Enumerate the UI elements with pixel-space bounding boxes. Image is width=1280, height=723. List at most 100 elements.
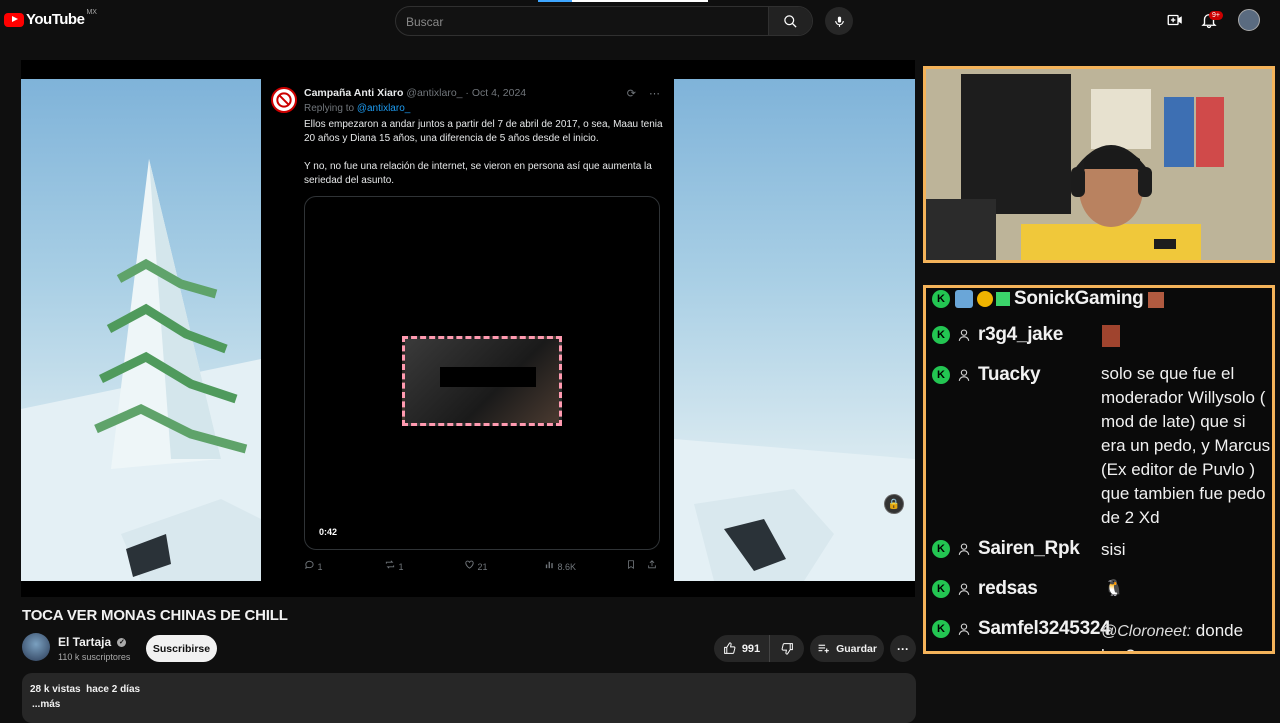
reply-count: 1 [317, 562, 323, 572]
verified-icon: ✓ [117, 638, 127, 648]
tweet-paragraph-1: Ellos empezaron a andar juntos a partir … [304, 119, 663, 144]
search-icon [784, 14, 797, 28]
create-video-icon [1167, 14, 1182, 26]
embedded-tweet: Campaña Anti Xiaro @antixlaro_ · Oct 4, … [261, 79, 674, 581]
youtube-play-icon [4, 12, 24, 27]
chat-username[interactable]: Tuacky [978, 364, 1041, 386]
search-input[interactable] [406, 12, 766, 32]
tweet-author-handle: @antixlaro_ [406, 87, 463, 99]
kick-badge-icon: K [932, 290, 950, 308]
no-symbol-icon [276, 92, 292, 108]
more-actions-button[interactable]: ··· [890, 635, 916, 662]
top-bar: YouTube MX 9+ [0, 0, 1280, 42]
chat-text: solo se que fue el moderador Willysolo (… [1101, 364, 1271, 527]
tweet-date: Oct 4, 2024 [471, 87, 527, 99]
tweet-author-name[interactable]: Campaña Anti Xiaro [304, 87, 403, 99]
like-count: 991 [741, 642, 761, 655]
voice-search-button[interactable] [825, 7, 853, 35]
channel-name[interactable]: El Tartaja [58, 635, 111, 649]
chat-message: K r3g4_jake [932, 324, 1120, 347]
subscriber-badge-icon [955, 290, 973, 308]
search-box [395, 6, 813, 36]
lock-icon[interactable]: 🔒 [884, 494, 904, 514]
live-chat-overlay: K SonickGaming K r3g4_jake K Tuacky solo… [923, 285, 1275, 654]
video-player[interactable]: Campaña Anti Xiaro @antixlaro_ · Oct 4, … [21, 60, 915, 597]
tweet-author: Campaña Anti Xiaro @antixlaro_ · Oct 4, … [304, 87, 526, 99]
chat-mention: @Cloroneet: [1101, 623, 1192, 640]
censor-bar [440, 367, 536, 387]
show-more-link[interactable]: ...más [32, 699, 60, 710]
chat-message: K Tuacky [932, 364, 1041, 386]
chat-username[interactable]: Sairen_Rpk [978, 538, 1080, 560]
chat-username[interactable]: Samfel3245324 [978, 618, 1111, 640]
like-button[interactable]: 991 [714, 635, 770, 662]
create-button[interactable] [1166, 11, 1184, 34]
notification-count-badge: 9+ [1209, 11, 1223, 20]
subscribe-button[interactable]: Suscribirse [146, 635, 217, 662]
views-and-date: 28 k vistas hace 2 días [30, 684, 141, 695]
kick-badge-icon: K [932, 326, 950, 344]
snow-tree-illustration [21, 159, 261, 581]
snow-landscape-illustration [674, 439, 915, 581]
account-avatar[interactable] [1238, 9, 1260, 31]
repost-action[interactable]: 1 [384, 559, 404, 572]
kick-badge-icon: K [932, 620, 950, 638]
share-icon[interactable] [647, 559, 657, 572]
gift-badge-icon [996, 292, 1010, 306]
reply-action[interactable]: 1 [304, 559, 323, 572]
heart-icon [465, 560, 474, 569]
tweet-video-duration: 0:42 [319, 527, 338, 537]
grok-icon[interactable]: ⟳ [627, 88, 636, 100]
save-button[interactable]: Guardar [810, 635, 884, 662]
chat-message: K Samfel3245324 [932, 618, 1111, 640]
tweet-body: Ellos empezaron a andar juntos a partir … [304, 118, 664, 202]
dislike-button[interactable] [770, 635, 804, 662]
views-count: 8.6K [557, 562, 577, 572]
tweet-replying-to: Replying to @antixlaro_ [304, 103, 410, 114]
replying-prefix: Replying to [304, 103, 355, 114]
channel-avatar[interactable] [22, 633, 50, 661]
channel-name-row: El Tartaja ✓ [58, 635, 127, 649]
tweet-top-icons: ⟳ ⋯ [627, 87, 660, 100]
replying-handle[interactable]: @antixlaro_ [357, 103, 411, 114]
user-icon [955, 620, 973, 638]
kick-badge-icon: K [932, 540, 950, 558]
description-box[interactable]: 28 k vistas hace 2 días ...más [22, 673, 916, 723]
views-action[interactable]: 8.6K [544, 559, 576, 572]
chat-message: K Sairen_Rpk [932, 538, 1080, 560]
reply-icon [305, 560, 314, 570]
user-icon [955, 540, 973, 558]
emote-icon [1102, 325, 1120, 347]
bookmark-icon[interactable] [626, 559, 636, 572]
analytics-icon [545, 561, 553, 569]
tweet-paragraph-2: Y no, no fue una relación de internet, s… [304, 161, 652, 186]
repost-count: 1 [398, 562, 404, 572]
alert-badge-icon [977, 291, 993, 307]
more-options-icon[interactable]: ⋯ [649, 88, 660, 100]
chat-username[interactable]: SonickGaming [1014, 288, 1144, 310]
save-label: Guardar [836, 642, 877, 655]
logo-text: YouTube [26, 11, 85, 28]
like-dislike-group: 991 [714, 635, 804, 662]
chat-username[interactable]: redsas [978, 578, 1038, 600]
tweet-video[interactable]: 0:42 [304, 196, 660, 550]
background-scene-right [674, 79, 915, 581]
youtube-logo[interactable]: YouTube MX [4, 9, 97, 28]
chat-username[interactable]: r3g4_jake [978, 324, 1063, 346]
search-button[interactable] [768, 7, 812, 35]
video-thumbnail [402, 336, 562, 426]
user-icon [955, 580, 973, 598]
chat-text-line: @Cloroneet: donde bro? [1101, 619, 1272, 651]
chat-message: K SonickGaming [932, 288, 1165, 310]
subscriber-count: 110 k suscriptores [58, 652, 131, 662]
like-action[interactable]: 21 [464, 559, 488, 572]
kick-badge-icon: K [932, 580, 950, 598]
playlist-add-icon [818, 644, 829, 653]
thumbs-up-icon [723, 642, 736, 654]
region-code: MX [86, 9, 97, 16]
streamer-webcam [923, 66, 1275, 263]
video-title: TOCA VER MONAS CHINAS DE CHILL [22, 607, 288, 624]
thumbs-down-icon [781, 643, 793, 655]
tweet-author-avatar[interactable] [271, 87, 297, 113]
more-horizontal-icon: ··· [897, 641, 909, 656]
